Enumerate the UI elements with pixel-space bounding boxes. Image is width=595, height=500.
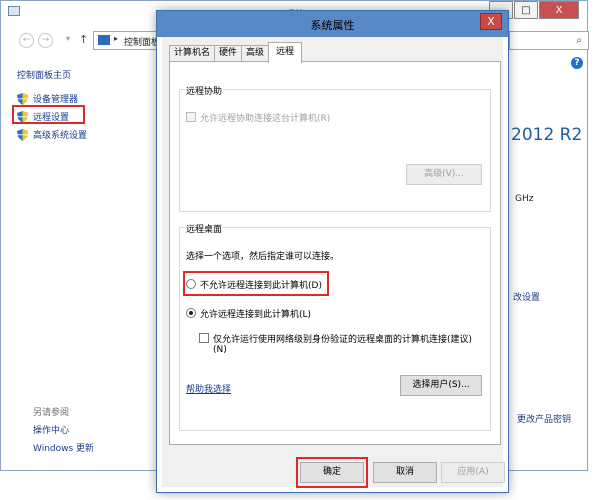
windows-update-link[interactable]: Windows 更新: [33, 441, 94, 454]
os-edition-text: 2012 R2: [511, 125, 583, 145]
forward-button[interactable]: →: [38, 33, 53, 48]
change-settings-link[interactable]: 改设置: [513, 290, 540, 303]
tab-advanced[interactable]: 高级: [241, 45, 270, 62]
disallow-option-highlight: [183, 271, 329, 296]
allow-remote-connection-label: 允许远程连接到此计算机(L): [200, 310, 312, 320]
tab-remote[interactable]: 远程: [268, 42, 303, 63]
remote-settings-highlight: [12, 105, 85, 124]
remote-assistance-group: 远程协助: [179, 84, 491, 212]
change-product-key-link[interactable]: 更改产品密钥: [517, 412, 571, 425]
sidebar-home-link[interactable]: 控制面板主页: [17, 68, 71, 81]
tab-strip: 计算机名 硬件 高级 远程: [169, 42, 303, 63]
remote-desktop-label: 远程桌面: [185, 222, 224, 235]
control-panel-icon: [98, 35, 110, 45]
sidebar-item-advanced-system-settings[interactable]: 高级系统设置: [17, 128, 87, 141]
help-me-choose-link[interactable]: 帮助我选择: [186, 382, 231, 395]
dialog-body: 计算机名 硬件 高级 远程 远程协助 允许远程协助连接这台计算机(R) 高级(V…: [162, 37, 503, 487]
sidebar-item-label: 高级系统设置: [33, 131, 88, 141]
system-properties-dialog: 系统属性 X 计算机名 硬件 高级 远程 远程协助 允许远程协助连接这台计算机(…: [156, 10, 509, 493]
nla-only-checkbox[interactable]: [199, 333, 209, 343]
nla-only-label-accel: (N): [213, 345, 227, 355]
cpu-speed-text: GHz: [515, 194, 534, 204]
advanced-button[interactable]: 高级(V)...: [406, 164, 482, 185]
dialog-close-button[interactable]: X: [480, 13, 502, 30]
dialog-titlebar: 系统属性 X: [157, 11, 508, 37]
maximize-button[interactable]: □: [514, 1, 538, 19]
cancel-button[interactable]: 取消: [373, 462, 437, 483]
breadcrumb[interactable]: 控制面板: [124, 35, 160, 48]
remote-tab-panel: 远程协助 允许远程协助连接这台计算机(R) 高级(V)... 远程桌面 选择一个…: [169, 61, 501, 445]
tab-computer-name[interactable]: 计算机名: [169, 45, 216, 62]
close-window-button[interactable]: X: [539, 1, 579, 19]
help-icon[interactable]: ?: [571, 57, 583, 69]
search-input[interactable]: ⌕: [509, 31, 589, 50]
allow-remote-assistance-checkbox[interactable]: [186, 112, 196, 122]
shield-icon: [17, 128, 28, 141]
sidebar-item-label: 设备管理器: [33, 95, 79, 105]
up-button[interactable]: ↑: [79, 33, 88, 46]
sidebar-item-device-manager[interactable]: 设备管理器: [17, 92, 78, 105]
back-button[interactable]: ←: [19, 33, 34, 48]
remote-assistance-label: 远程协助: [185, 84, 224, 97]
tab-hardware[interactable]: 硬件: [214, 45, 243, 62]
select-users-button[interactable]: 选择用户(S)...: [400, 375, 482, 396]
action-center-link[interactable]: 操作中心: [33, 423, 69, 436]
search-icon[interactable]: ⌕: [576, 35, 582, 46]
dialog-title: 系统属性: [310, 19, 355, 32]
see-also-heading: 另请参阅: [33, 408, 70, 418]
remote-desktop-instruction: 选择一个选项，然后指定谁可以连接。: [186, 252, 340, 262]
shield-icon: [17, 92, 28, 105]
nla-only-label: 仅允许运行使用网络级别身份验证的远程桌面的计算机连接(建议): [213, 335, 473, 345]
allow-remote-connection-radio[interactable]: [186, 308, 196, 318]
breadcrumb-separator-icon: ▸: [114, 34, 119, 43]
ok-button-highlight: [296, 457, 368, 488]
system-app-icon: [8, 6, 20, 16]
apply-button[interactable]: 应用(A): [441, 462, 505, 483]
recent-locations-chevron-icon[interactable]: ▾: [66, 34, 70, 43]
allow-remote-assistance-label: 允许远程协助连接这台计算机(R): [200, 114, 331, 124]
